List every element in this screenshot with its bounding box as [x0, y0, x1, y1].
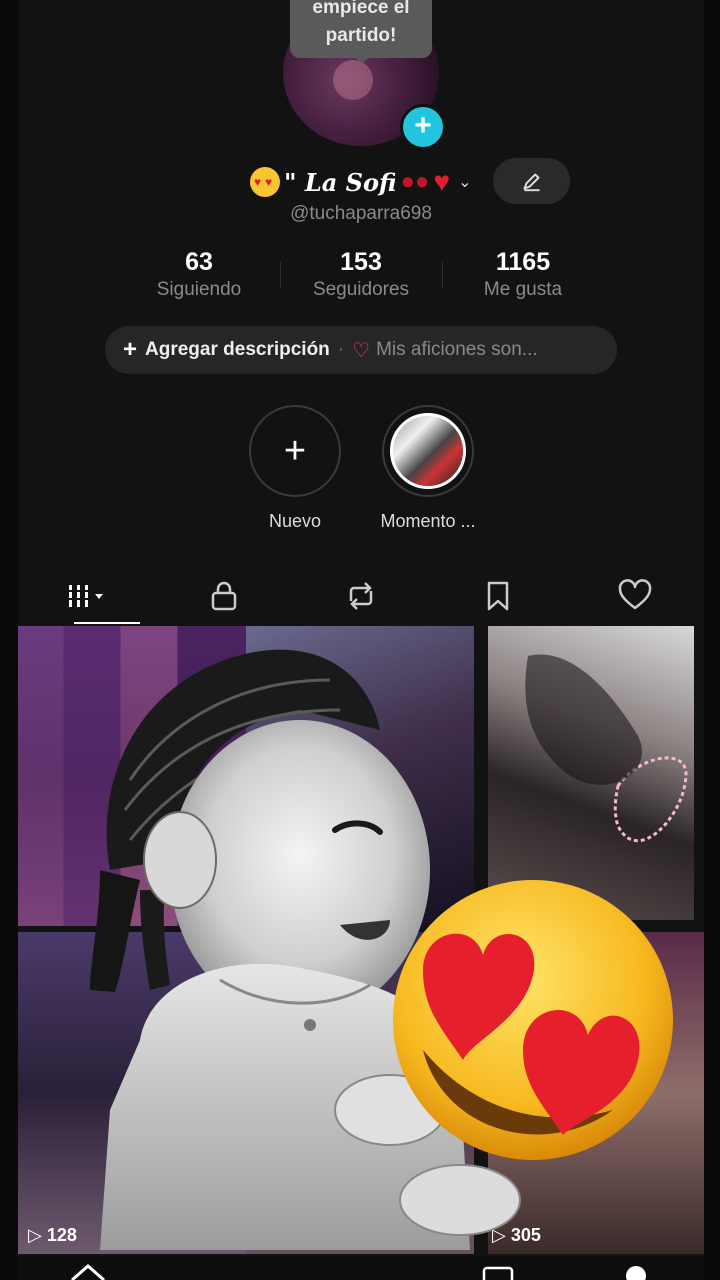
tab-private[interactable]: [155, 570, 292, 622]
highlight-thumbnail: [390, 413, 466, 489]
tab-videos[interactable]: [18, 570, 155, 624]
add-story-plus-icon[interactable]: +: [400, 104, 446, 150]
red-heart-icon: ♥: [433, 166, 451, 197]
lock-icon: [211, 581, 237, 611]
bookmark-icon: [487, 581, 509, 611]
cherry-icon: ●●: [400, 168, 430, 195]
plus-icon: +: [283, 429, 307, 472]
heart-eyes-emoji-sticker: [393, 880, 673, 1160]
bottom-navigation: [18, 1256, 704, 1280]
add-description-button[interactable]: + Agregar descripción · ♡ Mis aficiones …: [105, 326, 617, 374]
tooltip-text: empiece el partido!: [312, 0, 410, 46]
highlight-moment-circle[interactable]: [382, 405, 474, 497]
home-icon[interactable]: [68, 1260, 108, 1280]
content-tabs: [18, 570, 704, 624]
display-name-row[interactable]: ♥ ♥ " La Sofi ●● ♥ ⌄: [250, 160, 471, 204]
stat-value: 63: [185, 248, 213, 276]
heart-eyes-emoji-icon: ♥ ♥: [250, 167, 280, 197]
highlight-moment[interactable]: Momento ...: [380, 405, 476, 532]
separator-dot: ·: [337, 339, 345, 360]
pencil-icon: [522, 173, 540, 192]
stat-label: Me gusta: [483, 279, 563, 300]
plus-icon: +: [123, 336, 138, 363]
tab-reposts[interactable]: [292, 570, 429, 622]
tooltip-arrow: [354, 56, 370, 64]
highlight-label: Momento ...: [380, 511, 476, 531]
edit-profile-button[interactable]: [493, 158, 570, 204]
stat-label: Seguidores: [312, 279, 410, 300]
avatar-tooltip: empiece el partido!: [290, 0, 432, 58]
hobbies-label: Mis aficiones son...: [376, 339, 538, 360]
repost-icon: [349, 582, 373, 610]
stat-label: Siguiendo: [156, 279, 242, 300]
heart-outline-icon: ♡: [352, 339, 371, 362]
inbox-icon[interactable]: [480, 1264, 516, 1280]
username-handle: @tuchaparra698: [290, 203, 432, 224]
stat-following[interactable]: 63 Siguiendo: [118, 248, 280, 301]
grid-columns-icon: [65, 585, 103, 607]
stat-value: 153: [340, 248, 382, 276]
heart-outline-icon: [619, 579, 652, 610]
highlight-label: Nuevo: [268, 511, 322, 531]
highlight-new-circle[interactable]: +: [249, 405, 341, 497]
add-description-label: Agregar descripción: [145, 339, 330, 360]
stats-row: 63 Siguiendo 153 Seguidores 1165 Me gust…: [118, 248, 604, 301]
display-name: " La Sofi: [284, 167, 397, 197]
profile-nav-avatar[interactable]: [626, 1266, 646, 1280]
stat-likes[interactable]: 1165 Me gusta: [442, 248, 604, 301]
highlight-new[interactable]: + Nuevo: [247, 405, 343, 532]
stat-followers[interactable]: 153 Seguidores: [280, 248, 442, 301]
tab-favorites[interactable]: [430, 570, 567, 622]
chevron-down-icon[interactable]: ⌄: [458, 172, 471, 192]
stat-value: 1165: [495, 248, 551, 276]
tab-liked[interactable]: [567, 570, 704, 622]
